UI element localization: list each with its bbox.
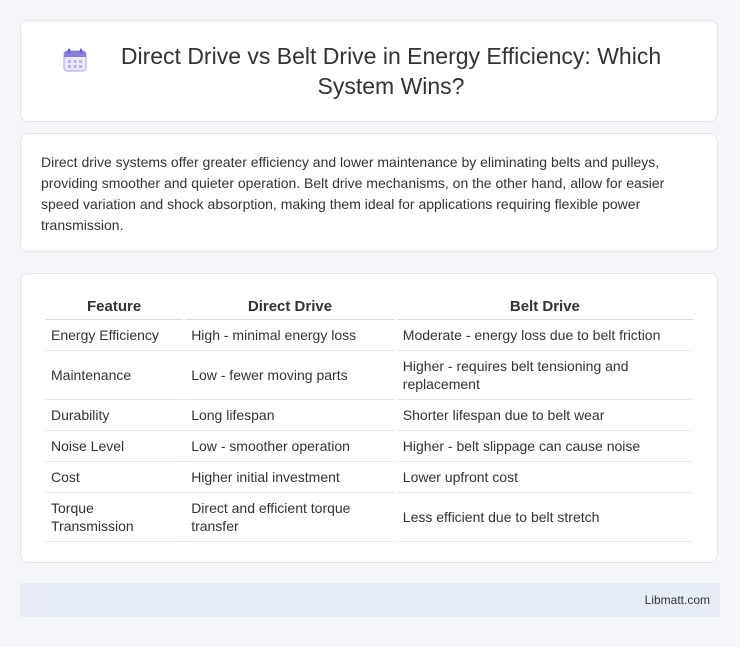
direct-drive-cell: Low - smoother operation — [185, 431, 395, 462]
feature-cell: Noise Level — [45, 431, 184, 462]
table-row: Durability Long lifespan Shorter lifespa… — [45, 400, 693, 431]
table-row: Torque Transmission Direct and efficient… — [45, 493, 693, 542]
table-row: Maintenance Low - fewer moving parts Hig… — [45, 351, 693, 400]
direct-drive-cell: Higher initial investment — [185, 462, 395, 493]
calendar-icon — [63, 48, 87, 72]
direct-drive-cell: Direct and efficient torque transfer — [185, 493, 395, 542]
feature-cell: Maintenance — [45, 351, 184, 400]
comparison-table: Feature Direct Drive Belt Drive Energy E… — [43, 294, 695, 542]
intro-card: Direct drive systems offer greater effic… — [20, 133, 718, 252]
feature-cell: Durability — [45, 400, 184, 431]
table-row: Energy Efficiency High - minimal energy … — [45, 320, 693, 351]
title-card: Direct Drive vs Belt Drive in Energy Eff… — [20, 20, 718, 122]
table-row: Noise Level Low - smoother operation Hig… — [45, 431, 693, 462]
header-direct-drive: Direct Drive — [185, 294, 395, 320]
belt-drive-cell: Higher - requires belt tensioning and re… — [396, 351, 693, 400]
table-header-row: Feature Direct Drive Belt Drive — [45, 294, 693, 320]
belt-drive-cell: Moderate - energy loss due to belt frict… — [396, 320, 693, 351]
header-belt-drive: Belt Drive — [396, 294, 693, 320]
title-wrap: Direct Drive vs Belt Drive in Energy Eff… — [22, 41, 716, 101]
belt-drive-cell: Higher - belt slippage can cause noise — [396, 431, 693, 462]
page-title: Direct Drive vs Belt Drive in Energy Eff… — [120, 43, 662, 99]
belt-drive-cell: Shorter lifespan due to belt wear — [396, 400, 693, 431]
direct-drive-cell: Long lifespan — [185, 400, 395, 431]
feature-cell: Energy Efficiency — [45, 320, 184, 351]
comparison-card: Feature Direct Drive Belt Drive Energy E… — [20, 273, 718, 563]
belt-drive-cell: Less efficient due to belt stretch — [396, 493, 693, 542]
footer-site-link[interactable]: Libmatt.com — [645, 593, 710, 607]
direct-drive-cell: Low - fewer moving parts — [185, 351, 395, 400]
footer: Libmatt.com — [20, 583, 720, 617]
table-row: Cost Higher initial investment Lower upf… — [45, 462, 693, 493]
belt-drive-cell: Lower upfront cost — [396, 462, 693, 493]
feature-cell: Cost — [45, 462, 184, 493]
intro-paragraph: Direct drive systems offer greater effic… — [41, 154, 665, 233]
direct-drive-cell: High - minimal energy loss — [185, 320, 395, 351]
feature-cell: Torque Transmission — [45, 493, 184, 542]
header-feature: Feature — [45, 294, 184, 320]
